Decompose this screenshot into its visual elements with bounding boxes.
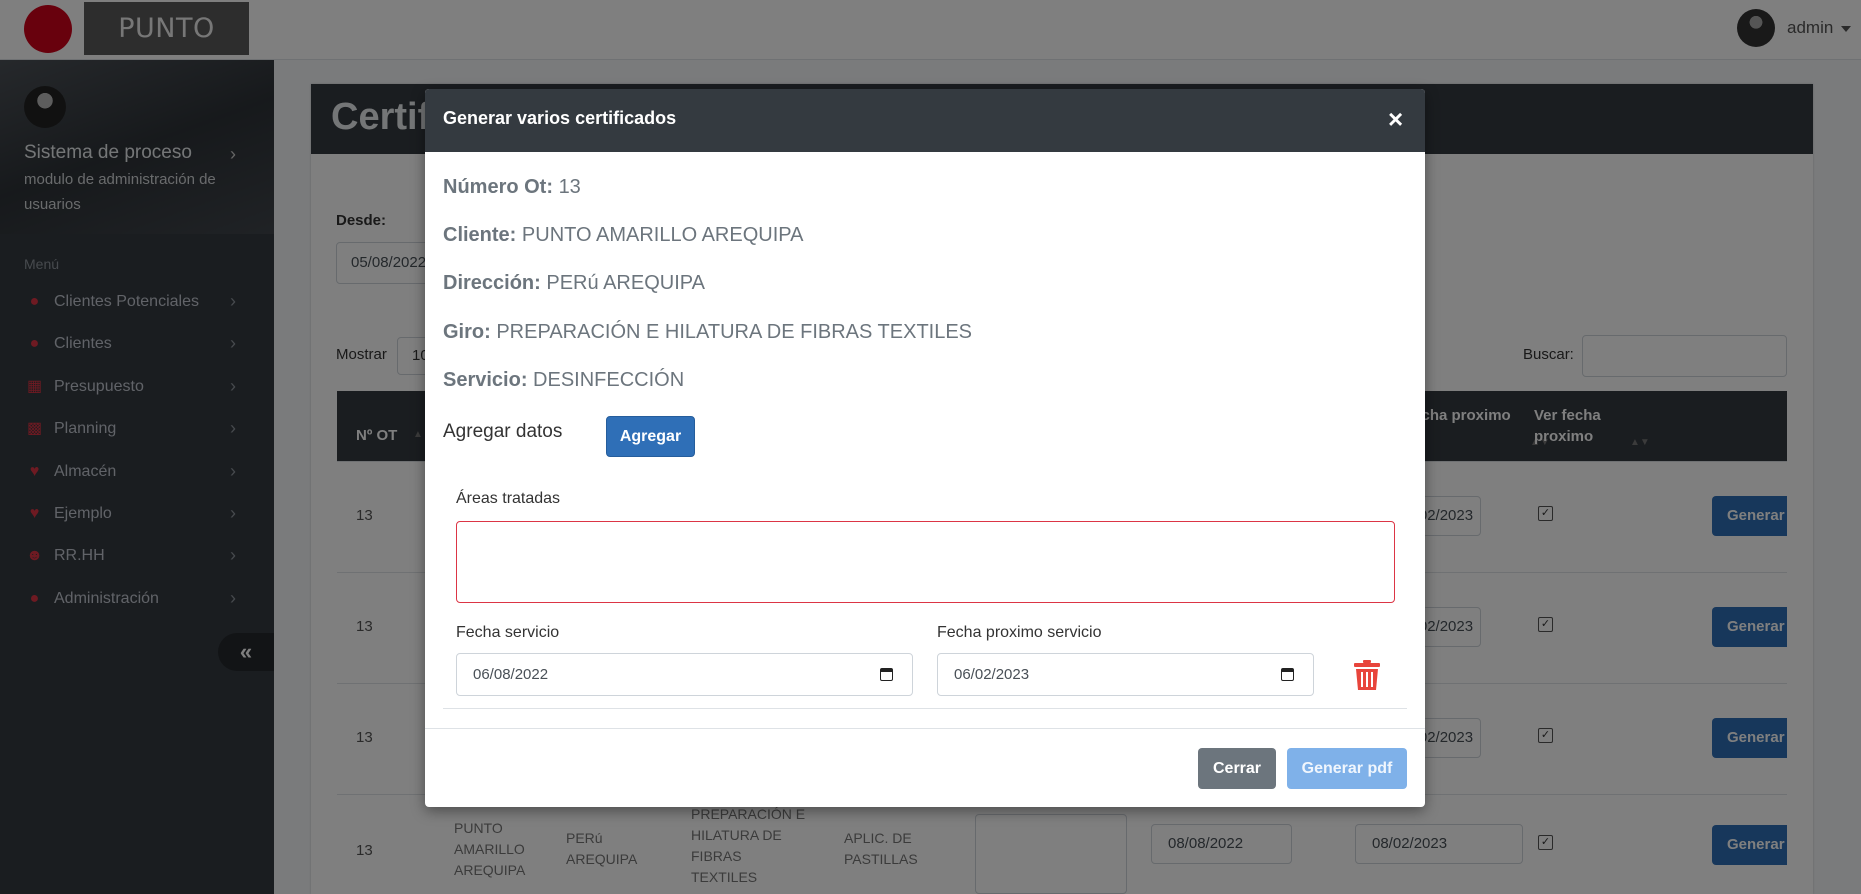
fecha-proximo-servicio-label: Fecha proximo servicio <box>937 624 1102 641</box>
modal-header: Generar varios certificados × <box>425 89 1425 152</box>
areas-tratadas-label: Áreas tratadas <box>456 490 561 507</box>
modal-title: Generar varios certificados <box>443 108 677 128</box>
info-label: Número Ot: <box>443 176 553 198</box>
info-value: 13 <box>558 176 581 198</box>
info-servicio: Servicio: DESINFECCIÓN <box>443 369 684 392</box>
cerrar-button[interactable]: Cerrar <box>1198 748 1276 789</box>
generar-pdf-button[interactable]: Generar pdf <box>1287 748 1407 789</box>
fecha-servicio-label: Fecha servicio <box>456 624 560 641</box>
generar-certificados-modal: Generar varios certificados × Número Ot:… <box>425 89 1425 807</box>
info-label: Giro: <box>443 321 491 343</box>
info-value: PUNTO AMARILLO AREQUIPA <box>521 224 804 246</box>
calendar-icon[interactable] <box>1281 668 1294 681</box>
agregar-button[interactable]: Agregar <box>606 416 695 457</box>
info-cliente: Cliente: PUNTO AMARILLO AREQUIPA <box>443 224 803 247</box>
agregar-datos-label: Agregar datos <box>443 421 563 442</box>
info-value: PERú AREQUIPA <box>546 272 705 294</box>
info-direccion: Dirección: PERú AREQUIPA <box>443 272 705 295</box>
modal-footer-divider <box>425 728 1425 729</box>
fecha-servicio-input[interactable]: 06/08/2022 <box>456 653 913 696</box>
info-value: PREPARACIÓN E HILATURA DE FIBRAS TEXTILE… <box>496 321 973 343</box>
calendar-icon[interactable] <box>880 668 893 681</box>
info-numero-ot: Número Ot: 13 <box>443 176 581 199</box>
areas-tratadas-textarea[interactable] <box>456 521 1395 603</box>
close-icon[interactable]: × <box>1388 105 1403 133</box>
info-value: DESINFECCIÓN <box>533 369 685 391</box>
fecha-proximo-servicio-input[interactable]: 06/02/2023 <box>937 653 1314 696</box>
info-giro: Giro: PREPARACIÓN E HILATURA DE FIBRAS T… <box>443 321 972 344</box>
divider <box>443 708 1407 709</box>
info-label: Servicio: <box>443 369 528 391</box>
info-label: Cliente: <box>443 224 517 246</box>
info-label: Dirección: <box>443 272 541 294</box>
fecha-proximo-value: 06/02/2023 <box>954 666 1030 683</box>
fecha-servicio-value: 06/08/2022 <box>473 666 549 683</box>
trash-icon[interactable] <box>1354 660 1380 690</box>
